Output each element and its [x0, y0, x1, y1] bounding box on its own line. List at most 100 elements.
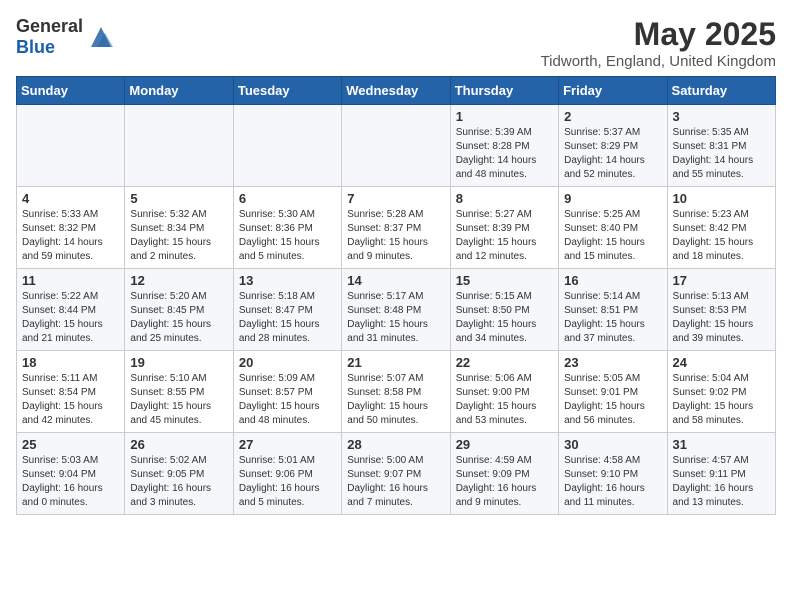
weekday-header-sunday: Sunday — [17, 77, 125, 105]
calendar-day-19: 19 Sunrise: 5:10 AM Sunset: 8:55 PM Dayli… — [125, 351, 233, 433]
calendar-day-5: 5 Sunrise: 5:32 AM Sunset: 8:34 PM Daylig… — [125, 187, 233, 269]
day-info: Sunrise: 5:28 AM Sunset: 8:37 PM Dayligh… — [347, 208, 444, 264]
day-number: 22 — [456, 355, 553, 370]
day-info: Sunrise: 5:18 AM Sunset: 8:47 PM Dayligh… — [239, 290, 336, 346]
logo: General Blue — [16, 16, 115, 58]
day-info: Sunrise: 5:05 AM Sunset: 9:01 PM Dayligh… — [564, 372, 661, 428]
day-number: 3 — [673, 109, 770, 124]
page-header: General Blue May 2025 Tidworth, England,… — [16, 16, 776, 70]
day-number: 16 — [564, 273, 661, 288]
calendar-day-14: 14 Sunrise: 5:17 AM Sunset: 8:48 PM Dayli… — [342, 269, 450, 351]
calendar-day-27: 27 Sunrise: 5:01 AM Sunset: 9:06 PM Dayli… — [233, 433, 341, 515]
day-number: 19 — [130, 355, 227, 370]
calendar-day-8: 8 Sunrise: 5:27 AM Sunset: 8:39 PM Daylig… — [450, 187, 558, 269]
day-number: 20 — [239, 355, 336, 370]
day-number: 31 — [673, 437, 770, 452]
calendar-day-18: 18Sunrise: 5:11 AM Sunset: 8:54 PM Dayli… — [17, 351, 125, 433]
weekday-header-monday: Monday — [125, 77, 233, 105]
day-info: Sunrise: 5:15 AM Sunset: 8:50 PM Dayligh… — [456, 290, 553, 346]
day-number: 17 — [673, 273, 770, 288]
day-number: 11 — [22, 273, 119, 288]
calendar-day-28: 28Sunrise: 5:00 AM Sunset: 9:07 PM Dayli… — [342, 433, 450, 515]
day-info: Sunrise: 5:27 AM Sunset: 8:39 PM Dayligh… — [456, 208, 553, 264]
day-number: 15 — [456, 273, 553, 288]
day-info: Sunrise: 5:14 AM Sunset: 8:51 PM Dayligh… — [564, 290, 661, 346]
weekday-header-row: SundayMondayTuesdayWednesdayThursdayFrid… — [17, 77, 776, 105]
day-number: 12 — [130, 273, 227, 288]
day-number: 10 — [673, 191, 770, 206]
day-info: Sunrise: 5:23 AM Sunset: 8:42 PM Dayligh… — [673, 208, 770, 264]
day-info: Sunrise: 5:17 AM Sunset: 8:48 PM Dayligh… — [347, 290, 444, 346]
day-number: 27 — [239, 437, 336, 452]
calendar-day-10: 10 Sunrise: 5:23 AM Sunset: 8:42 PM Dayli… — [667, 187, 775, 269]
calendar-day-16: 16 Sunrise: 5:14 AM Sunset: 8:51 PM Dayli… — [559, 269, 667, 351]
day-number: 13 — [239, 273, 336, 288]
calendar-day-12: 12Sunrise: 5:20 AM Sunset: 8:45 PM Dayli… — [125, 269, 233, 351]
month-year-title: May 2025 — [541, 16, 776, 53]
logo-general: General — [16, 16, 83, 36]
calendar-empty-cell — [17, 105, 125, 187]
day-info: Sunrise: 5:33 AM Sunset: 8:32 PM Dayligh… — [22, 208, 119, 264]
day-number: 23 — [564, 355, 661, 370]
calendar-table: SundayMondayTuesdayWednesdayThursdayFrid… — [16, 76, 776, 515]
day-info: Sunrise: 4:58 AM Sunset: 9:10 PM Dayligh… — [564, 454, 661, 510]
calendar-day-29: 29Sunrise: 4:59 AM Sunset: 9:09 PM Dayli… — [450, 433, 558, 515]
calendar-day-31: 31 Sunrise: 4:57 AM Sunset: 9:11 PM Dayli… — [667, 433, 775, 515]
calendar-day-11: 11Sunrise: 5:22 AM Sunset: 8:44 PM Dayli… — [17, 269, 125, 351]
day-info: Sunrise: 5:02 AM Sunset: 9:05 PM Dayligh… — [130, 454, 227, 510]
calendar-week-row: 11Sunrise: 5:22 AM Sunset: 8:44 PM Dayli… — [17, 269, 776, 351]
day-number: 8 — [456, 191, 553, 206]
calendar-day-2: 2 Sunrise: 5:37 AM Sunset: 8:29 PM Daylig… — [559, 105, 667, 187]
day-number: 30 — [564, 437, 661, 452]
calendar-week-row: 4 Sunrise: 5:33 AM Sunset: 8:32 PM Daylig… — [17, 187, 776, 269]
title-block: May 2025 Tidworth, England, United Kingd… — [541, 16, 776, 70]
day-number: 14 — [347, 273, 444, 288]
calendar-day-7: 7 Sunrise: 5:28 AM Sunset: 8:37 PM Daylig… — [342, 187, 450, 269]
calendar-day-30: 30 Sunrise: 4:58 AM Sunset: 9:10 PM Dayli… — [559, 433, 667, 515]
calendar-day-9: 9 Sunrise: 5:25 AM Sunset: 8:40 PM Daylig… — [559, 187, 667, 269]
day-number: 5 — [130, 191, 227, 206]
calendar-day-3: 3Sunrise: 5:35 AM Sunset: 8:31 PM Daylig… — [667, 105, 775, 187]
calendar-empty-cell — [233, 105, 341, 187]
day-number: 4 — [22, 191, 119, 206]
calendar-day-17: 17Sunrise: 5:13 AM Sunset: 8:53 PM Dayli… — [667, 269, 775, 351]
calendar-day-24: 24Sunrise: 5:04 AM Sunset: 9:02 PM Dayli… — [667, 351, 775, 433]
day-info: Sunrise: 5:10 AM Sunset: 8:55 PM Dayligh… — [130, 372, 227, 428]
day-info: Sunrise: 4:57 AM Sunset: 9:11 PM Dayligh… — [673, 454, 770, 510]
weekday-header-tuesday: Tuesday — [233, 77, 341, 105]
logo-blue: Blue — [16, 37, 55, 57]
day-info: Sunrise: 5:00 AM Sunset: 9:07 PM Dayligh… — [347, 454, 444, 510]
day-number: 29 — [456, 437, 553, 452]
day-info: Sunrise: 5:25 AM Sunset: 8:40 PM Dayligh… — [564, 208, 661, 264]
day-info: Sunrise: 5:37 AM Sunset: 8:29 PM Dayligh… — [564, 126, 661, 182]
day-number: 6 — [239, 191, 336, 206]
day-number: 7 — [347, 191, 444, 206]
day-number: 2 — [564, 109, 661, 124]
day-number: 18 — [22, 355, 119, 370]
day-number: 25 — [22, 437, 119, 452]
weekday-header-friday: Friday — [559, 77, 667, 105]
day-info: Sunrise: 5:32 AM Sunset: 8:34 PM Dayligh… — [130, 208, 227, 264]
calendar-day-26: 26Sunrise: 5:02 AM Sunset: 9:05 PM Dayli… — [125, 433, 233, 515]
calendar-week-row: 18Sunrise: 5:11 AM Sunset: 8:54 PM Dayli… — [17, 351, 776, 433]
day-info: Sunrise: 5:09 AM Sunset: 8:57 PM Dayligh… — [239, 372, 336, 428]
logo-icon — [87, 23, 115, 51]
day-info: Sunrise: 5:01 AM Sunset: 9:06 PM Dayligh… — [239, 454, 336, 510]
day-info: Sunrise: 5:39 AM Sunset: 8:28 PM Dayligh… — [456, 126, 553, 182]
day-number: 21 — [347, 355, 444, 370]
day-number: 1 — [456, 109, 553, 124]
calendar-day-15: 15 Sunrise: 5:15 AM Sunset: 8:50 PM Dayli… — [450, 269, 558, 351]
calendar-week-row: 1 Sunrise: 5:39 AM Sunset: 8:28 PM Daylig… — [17, 105, 776, 187]
day-info: Sunrise: 5:03 AM Sunset: 9:04 PM Dayligh… — [22, 454, 119, 510]
calendar-day-4: 4 Sunrise: 5:33 AM Sunset: 8:32 PM Daylig… — [17, 187, 125, 269]
weekday-header-thursday: Thursday — [450, 77, 558, 105]
calendar-day-25: 25 Sunrise: 5:03 AM Sunset: 9:04 PM Dayli… — [17, 433, 125, 515]
day-info: Sunrise: 5:04 AM Sunset: 9:02 PM Dayligh… — [673, 372, 770, 428]
calendar-day-21: 21Sunrise: 5:07 AM Sunset: 8:58 PM Dayli… — [342, 351, 450, 433]
calendar-week-row: 25 Sunrise: 5:03 AM Sunset: 9:04 PM Dayli… — [17, 433, 776, 515]
day-number: 9 — [564, 191, 661, 206]
calendar-empty-cell — [342, 105, 450, 187]
weekday-header-wednesday: Wednesday — [342, 77, 450, 105]
calendar-day-22: 22Sunrise: 5:06 AM Sunset: 9:00 PM Dayli… — [450, 351, 558, 433]
calendar-day-1: 1 Sunrise: 5:39 AM Sunset: 8:28 PM Daylig… — [450, 105, 558, 187]
